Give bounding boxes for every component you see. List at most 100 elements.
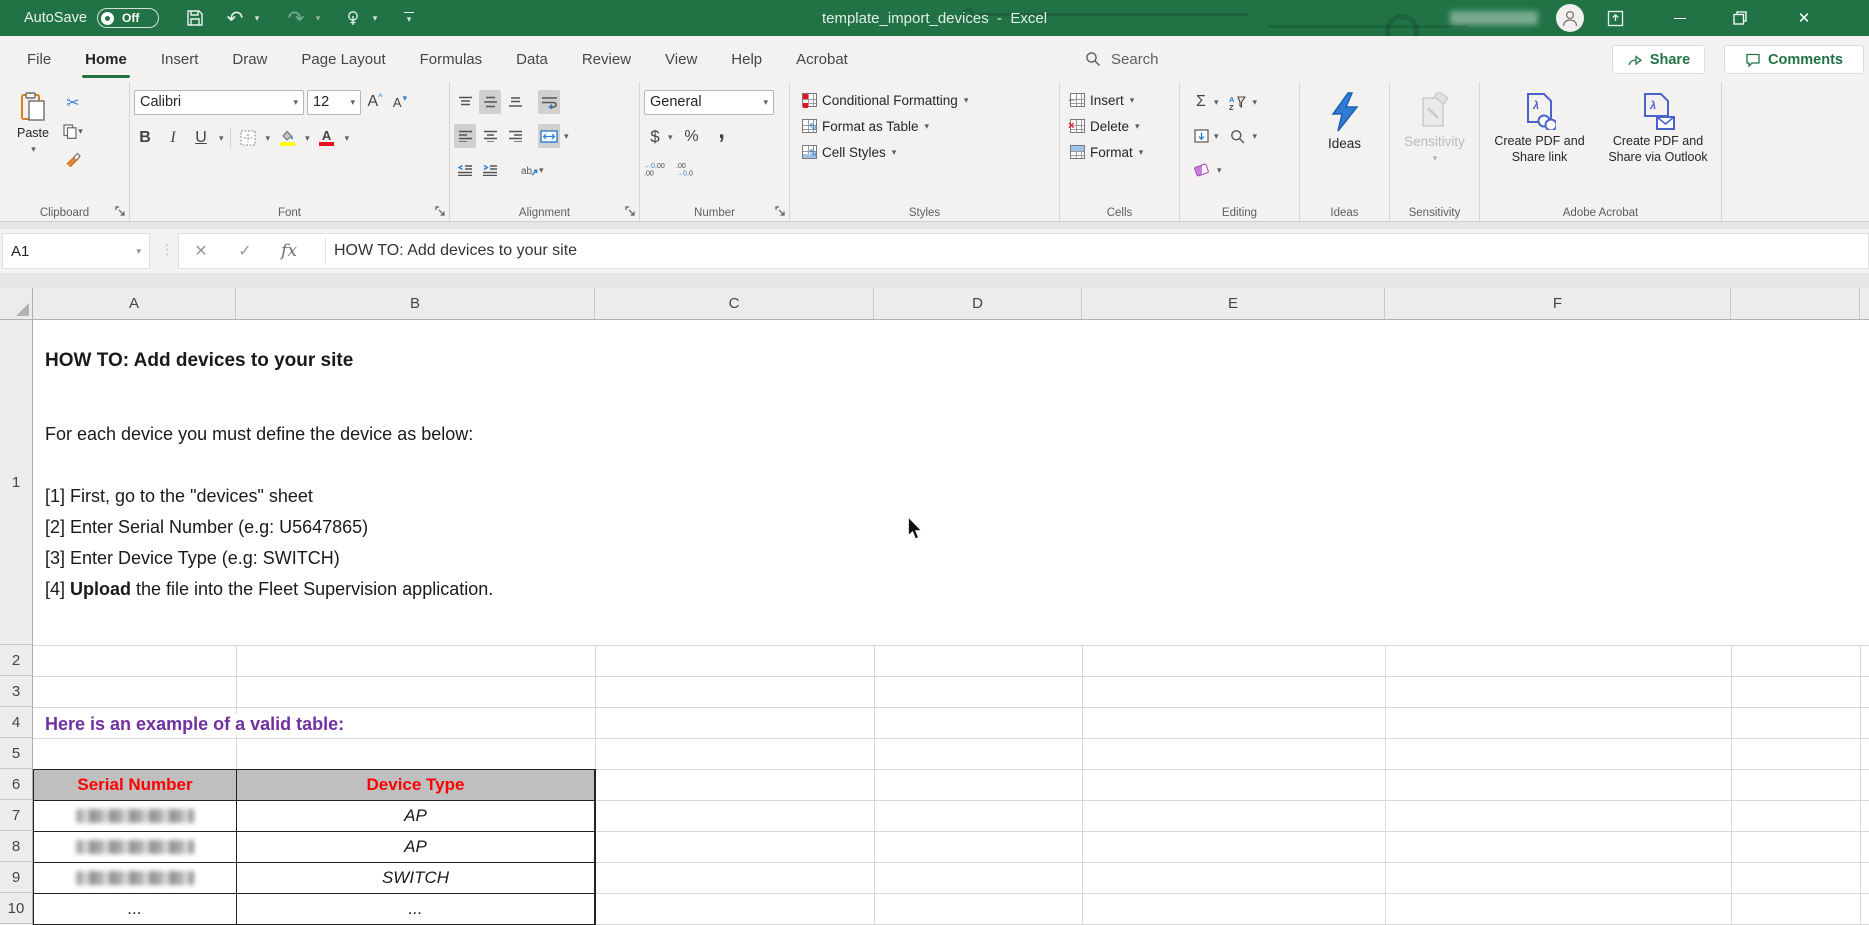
font-color-button[interactable]: A [316,126,338,150]
number-dialog-launcher[interactable] [775,206,786,217]
tab-insert[interactable]: Insert [144,36,216,82]
conditional-formatting-button[interactable]: Conditional Formatting ▾ [802,87,1055,113]
undo-button[interactable]: ↶ [222,0,248,36]
paste-button[interactable]: Paste ▾ [4,87,62,199]
autosum-button[interactable]: Σ [1190,90,1212,114]
row-header-3[interactable]: 3 [0,676,32,707]
bold-button[interactable]: B [134,126,156,150]
restore-button[interactable] [1718,0,1762,36]
borders-button[interactable] [237,126,259,150]
font-size-combo[interactable]: 12▾ [307,90,361,115]
row-header-9[interactable]: 9 [0,862,32,893]
increase-decimal-button[interactable]: ←0.00.00 [644,157,666,181]
tab-draw[interactable]: Draw [215,36,284,82]
column-header-c[interactable]: C [595,288,874,319]
search-box[interactable]: Search [1085,36,1159,82]
share-button[interactable]: Share [1612,45,1705,74]
cut-button[interactable]: ✂ [62,91,84,115]
number-format-combo[interactable]: General▾ [644,90,774,115]
column-header-d[interactable]: D [874,288,1082,319]
column-header-a[interactable]: A [33,288,236,319]
insert-function-button[interactable]: fx [267,241,311,261]
ideas-button[interactable]: Ideas [1304,87,1385,199]
align-bottom-button[interactable] [504,90,526,114]
row-header-1[interactable]: 1 [0,320,32,645]
tab-acrobat[interactable]: Acrobat [779,36,865,82]
font-name-combo[interactable]: Calibri▾ [134,90,304,115]
column-header-e[interactable]: E [1082,288,1385,319]
grow-font-button[interactable]: A^ [364,90,386,114]
font-dialog-launcher[interactable] [435,206,446,217]
redo-button[interactable]: ↷ [283,0,309,36]
cancel-entry-button[interactable]: ✕ [179,241,223,261]
tab-view[interactable]: View [648,36,714,82]
tab-file[interactable]: File [10,36,68,82]
format-painter-button[interactable] [62,147,84,171]
ribbon-display-options-button[interactable] [1598,0,1632,36]
row-header-10[interactable]: 10 [0,893,32,924]
italic-button[interactable]: I [162,126,184,150]
sort-filter-button[interactable]: AZ [1227,90,1249,114]
tab-page-layout[interactable]: Page Layout [284,36,402,82]
align-left-button[interactable] [454,124,476,148]
touch-mode-caret[interactable]: ▾ [368,0,382,36]
row-header-8[interactable]: 8 [0,831,32,862]
user-avatar[interactable] [1556,4,1584,32]
align-middle-button[interactable] [479,90,501,114]
save-button[interactable] [178,0,212,36]
alignment-dialog-launcher[interactable] [625,206,636,217]
redo-menu-caret[interactable]: ▾ [311,0,325,36]
tab-data[interactable]: Data [499,36,565,82]
tab-formulas[interactable]: Formulas [403,36,500,82]
column-header-b[interactable]: B [236,288,595,319]
fill-color-button[interactable] [276,126,298,150]
row-header-2[interactable]: 2 [0,645,32,676]
minimize-button[interactable] [1658,0,1702,36]
touch-mode-button[interactable] [340,0,366,36]
shrink-font-button[interactable]: A▾ [389,90,411,114]
column-header-g[interactable] [1731,288,1860,319]
column-header-f[interactable]: F [1385,288,1731,319]
merge-center-button[interactable] [538,124,560,148]
clear-button[interactable] [1190,158,1212,182]
copy-button[interactable]: ▾ [62,119,84,143]
decrease-decimal-button[interactable]: .00→0.0 [676,157,698,181]
align-top-button[interactable] [454,90,476,114]
select-all-corner[interactable] [0,288,33,319]
find-select-button[interactable] [1227,124,1249,148]
format-cells-button[interactable]: Format ▾ [1070,139,1175,165]
customize-quick-access-button[interactable]: ▾ [398,0,420,36]
comments-button[interactable]: Comments [1724,45,1864,74]
row-header-6[interactable]: 6 [0,769,32,800]
orientation-button[interactable]: ab▾ [521,158,544,182]
wrap-text-button[interactable] [538,90,560,114]
sheet-grid[interactable]: 1 2 3 4 5 6 7 8 9 10 HOW TO: Add devices… [0,320,1869,925]
delete-cells-button[interactable]: × Delete ▾ [1070,113,1175,139]
decrease-indent-button[interactable] [454,158,476,182]
clipboard-dialog-launcher[interactable] [115,206,126,217]
undo-menu-caret[interactable]: ▾ [250,0,264,36]
tab-home[interactable]: Home [68,36,144,82]
row-header-7[interactable]: 7 [0,800,32,831]
insert-cells-button[interactable]: ← Insert ▾ [1070,87,1175,113]
underline-button[interactable]: U [190,126,212,150]
increase-indent-button[interactable] [479,158,501,182]
sensitivity-button[interactable]: Sensitivity ▾ [1394,87,1475,199]
percent-style-button[interactable]: % [681,125,703,149]
create-pdf-outlook-button[interactable]: λ Create PDF and Share via Outlook [1599,87,1717,199]
tab-help[interactable]: Help [714,36,779,82]
cell-styles-button[interactable]: ✎ Cell Styles ▾ [802,139,1055,165]
align-right-button[interactable] [504,124,526,148]
confirm-entry-button[interactable]: ✓ [223,241,267,261]
row-header-5[interactable]: 5 [0,738,32,769]
close-button[interactable]: ✕ [1782,0,1826,36]
formula-bar[interactable]: ✕ ✓ fx HOW TO: Add devices to your site [178,233,1869,269]
row-header-4[interactable]: 4 [0,707,32,738]
comma-style-button[interactable]: , [711,125,733,149]
autosave-toggle[interactable]: Off [97,8,159,28]
fill-button[interactable] [1190,124,1212,148]
name-box[interactable]: A1 ▾ [2,233,150,269]
format-as-table-button[interactable]: ✎ Format as Table ▾ [802,113,1055,139]
formula-bar-drag-handle[interactable]: ⋮ [160,241,174,258]
accounting-format-button[interactable]: $ [644,125,666,149]
